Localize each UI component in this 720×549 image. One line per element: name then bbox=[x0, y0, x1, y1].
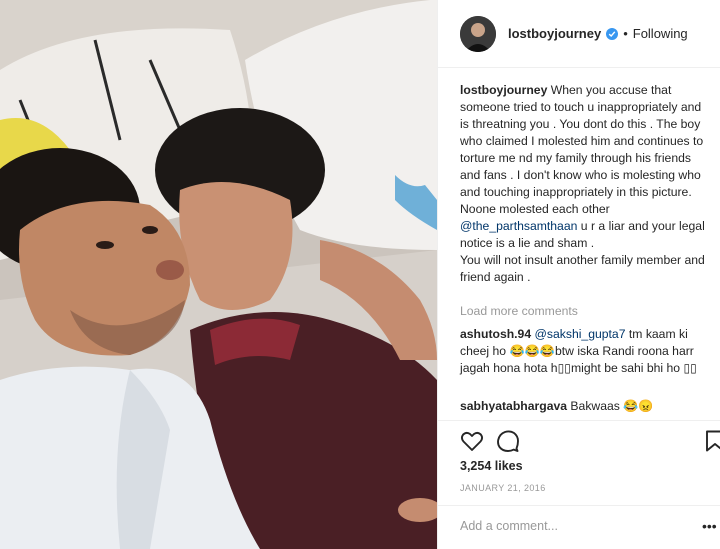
comment-mention-link[interactable]: @sakshi_gupta7 bbox=[535, 327, 626, 341]
post-actions-bar bbox=[438, 420, 720, 456]
post-caption: lostboyjourney When you accuse that some… bbox=[460, 82, 710, 286]
comment-item: sabhyatabhargava Bakwaas 😂😠 bbox=[460, 398, 710, 415]
author-username[interactable]: lostboyjourney bbox=[508, 26, 601, 41]
post-header: lostboyjourney • Following bbox=[438, 0, 720, 68]
add-comment-box: ••• bbox=[438, 505, 720, 549]
caption-mention-link[interactable]: @the_parthsamthaan bbox=[460, 219, 577, 233]
post-photo[interactable] bbox=[0, 0, 437, 549]
verified-badge-icon bbox=[606, 27, 619, 40]
caption-username[interactable]: lostboyjourney bbox=[460, 83, 547, 97]
comment-username[interactable]: ashutosh.94 bbox=[460, 327, 531, 341]
comment-input[interactable] bbox=[460, 516, 690, 536]
comment-username[interactable]: sabhyatabhargava bbox=[460, 399, 567, 413]
post-date[interactable]: JANUARY 21, 2016 bbox=[460, 483, 546, 493]
comment-text: Bakwaas 😂😠 bbox=[570, 399, 654, 413]
caption-line-2: You will not insult another family membe… bbox=[460, 253, 705, 284]
heart-icon[interactable] bbox=[460, 429, 484, 453]
post-sidebar: lostboyjourney • Following lostboyjourne… bbox=[437, 0, 720, 549]
more-options-button[interactable]: ••• bbox=[702, 519, 717, 533]
separator-dot: • bbox=[623, 26, 628, 41]
bookmark-icon[interactable] bbox=[703, 429, 720, 453]
load-more-comments-link[interactable]: Load more comments bbox=[460, 304, 578, 318]
comment-icon[interactable] bbox=[496, 429, 520, 453]
following-button[interactable]: Following bbox=[633, 26, 688, 41]
comment-item: ashutosh.94 @sakshi_gupta7 tm kaam ki ch… bbox=[460, 326, 710, 377]
caption-text: When you accuse that someone tried to to… bbox=[460, 83, 704, 216]
avatar[interactable] bbox=[460, 15, 496, 52]
likes-count[interactable]: 3,254 likes bbox=[460, 459, 523, 473]
